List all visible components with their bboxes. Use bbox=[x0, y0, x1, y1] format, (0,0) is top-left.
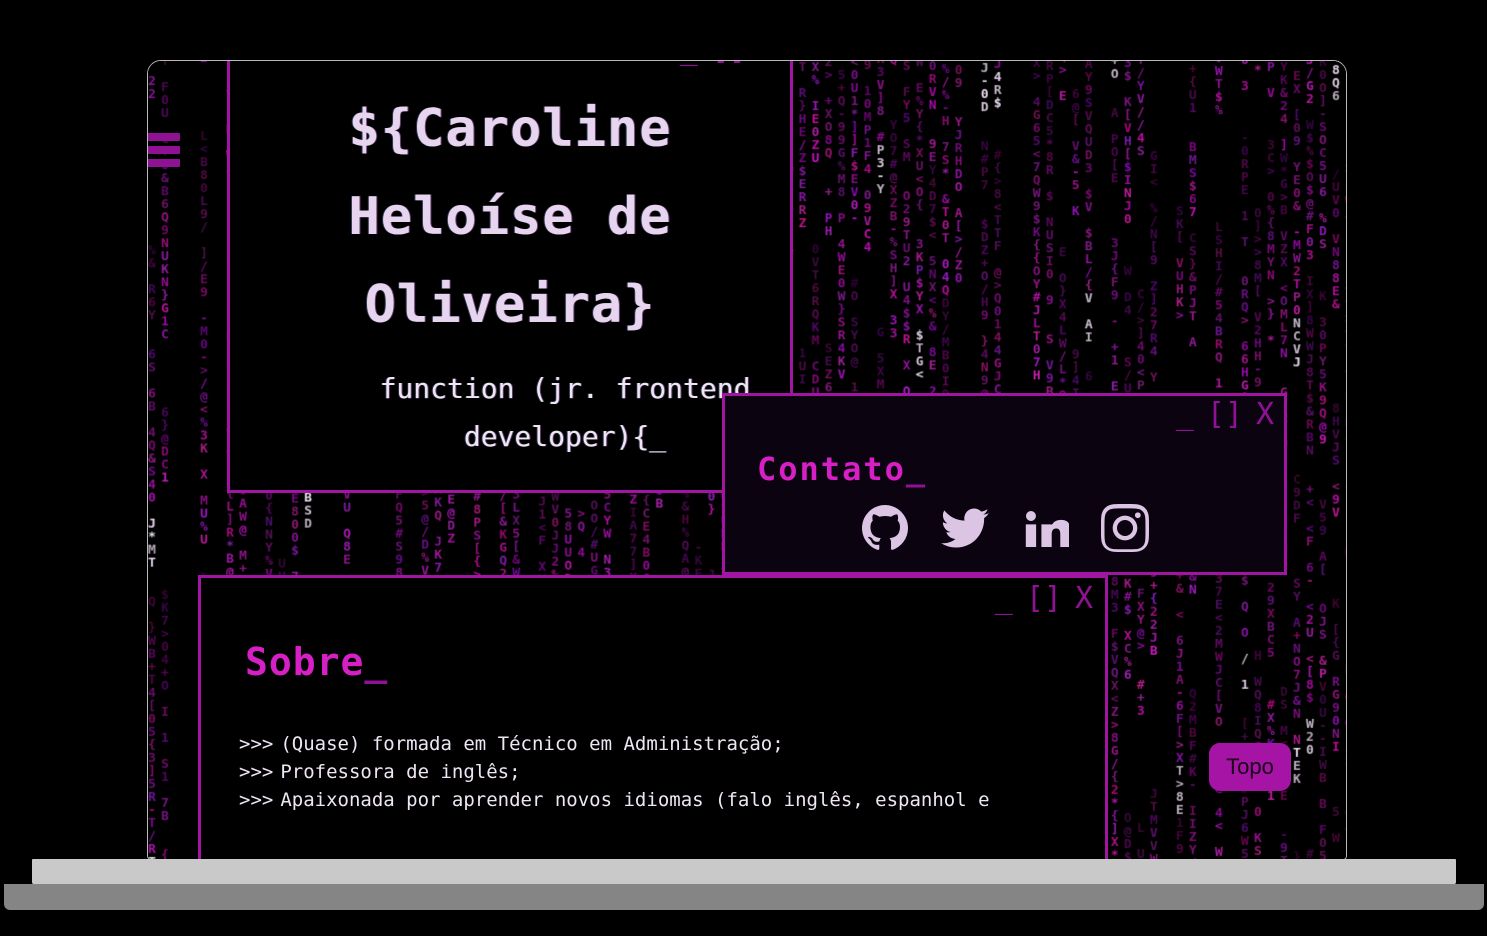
laptop-base-bottom bbox=[4, 884, 1484, 910]
maximize-icon[interactable]: [] bbox=[1207, 400, 1243, 430]
contato-window-controls[interactable]: _ [] X bbox=[1176, 400, 1274, 432]
list-item: >>> (Quase) formada em Técnico em Adminis… bbox=[239, 730, 1097, 758]
linkedin-icon[interactable] bbox=[1021, 504, 1069, 552]
hamburger-menu-icon[interactable] bbox=[148, 133, 180, 167]
sobre-section-title: Sobre_ bbox=[245, 640, 388, 684]
sobre-window-controls[interactable]: _ [] X bbox=[995, 584, 1093, 616]
maximize-icon[interactable]: [] bbox=[711, 61, 747, 65]
hamburger-bar bbox=[148, 146, 180, 154]
bullet-arrow: >>> bbox=[239, 733, 274, 755]
screen: _ [] X ${Caroline Heloíse de Oliveira} f… bbox=[148, 61, 1346, 859]
close-icon[interactable]: X bbox=[1256, 400, 1274, 430]
list-item-text: Professora de inglês; bbox=[280, 761, 521, 783]
instagram-icon[interactable] bbox=[1100, 504, 1149, 552]
hero-title-line-2: Heloíse de bbox=[348, 187, 672, 247]
list-item-text: (Quase) formada em Técnico em Administra… bbox=[280, 733, 784, 755]
laptop-base-top bbox=[32, 859, 1456, 885]
laptop-lid: _ [] X ${Caroline Heloíse de Oliveira} f… bbox=[147, 60, 1347, 860]
contato-title-text: Contato bbox=[757, 450, 906, 488]
sobre-title-cursor: _ bbox=[364, 640, 389, 684]
bullet-arrow: >>> bbox=[239, 789, 274, 811]
minimize-icon[interactable]: _ bbox=[680, 61, 698, 65]
list-item: >>> Apaixonada por aprender novos idiomas… bbox=[239, 786, 1097, 814]
maximize-icon[interactable]: [] bbox=[1026, 584, 1062, 614]
list-item: >>> Professora de inglês; bbox=[239, 758, 1097, 786]
close-icon[interactable]: X bbox=[760, 61, 778, 65]
hero-title-line-3: Oliveira} bbox=[364, 275, 656, 335]
twitter-icon[interactable] bbox=[940, 504, 989, 552]
close-icon[interactable]: X bbox=[1075, 584, 1093, 614]
minimize-icon[interactable]: _ bbox=[995, 584, 1013, 614]
hero-window-controls[interactable]: _ [] X bbox=[680, 61, 778, 67]
list-item-text: Apaixonada por aprender novos idiomas (f… bbox=[280, 789, 990, 811]
sobre-list: >>> (Quase) formada em Técnico em Adminis… bbox=[239, 730, 1097, 814]
social-links bbox=[725, 504, 1284, 552]
bullet-arrow: >>> bbox=[239, 761, 274, 783]
hero-title-line-1: ${Caroline bbox=[348, 99, 672, 159]
laptop-mockup: _ [] X ${Caroline Heloíse de Oliveira} f… bbox=[0, 0, 1487, 936]
contato-title-cursor: _ bbox=[905, 450, 928, 488]
minimize-icon[interactable]: _ bbox=[1176, 400, 1194, 430]
hamburger-bar bbox=[148, 159, 180, 167]
sobre-window: _ [] X Sobre_ >>> (Quase) formada em Técn… bbox=[198, 575, 1108, 859]
github-icon[interactable] bbox=[861, 504, 909, 552]
page-title: ${Caroline Heloíse de Oliveira} bbox=[230, 85, 790, 349]
hamburger-bar bbox=[148, 133, 180, 141]
topo-button-label: Topo bbox=[1226, 754, 1274, 779]
topo-scroll-top-button[interactable]: Topo bbox=[1209, 743, 1291, 791]
hero-window: _ [] X ${Caroline Heloíse de Oliveira} f… bbox=[227, 61, 793, 493]
contato-section-title: Contato_ bbox=[757, 450, 927, 488]
contato-window: _ [] X Contato_ bbox=[722, 393, 1287, 575]
sobre-title-text: Sobre bbox=[245, 640, 365, 684]
